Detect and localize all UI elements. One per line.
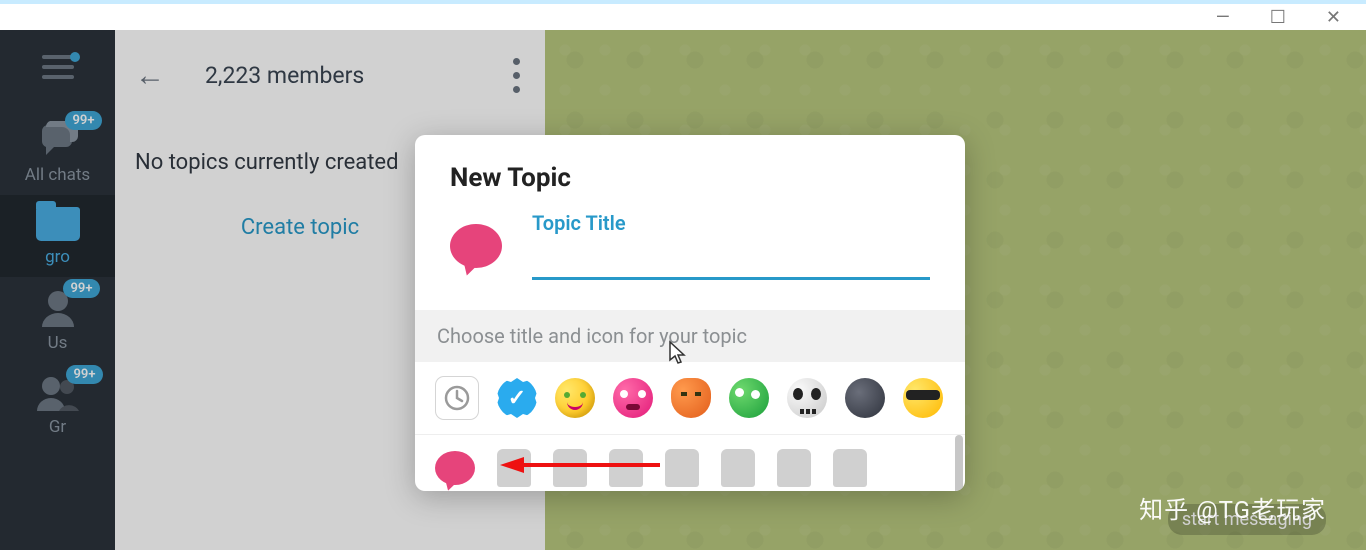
badge: 99+	[65, 111, 101, 130]
modal-title: New Topic	[415, 135, 965, 211]
sidebar-item-label: Us	[48, 333, 68, 353]
left-sidebar: 99+ All chats gro 99+ Us	[0, 30, 115, 550]
smile-pink-icon[interactable]	[613, 378, 653, 418]
sidebar-item-label: All chats	[25, 165, 90, 185]
notification-dot-icon	[70, 52, 80, 62]
pumpkin-icon[interactable]	[671, 378, 711, 418]
cool-icon[interactable]	[903, 378, 943, 418]
scrollbar-handle[interactable]	[955, 435, 963, 491]
close-button[interactable]: ✕	[1326, 7, 1341, 28]
member-count: 2,223 members	[205, 62, 364, 89]
start-messaging-pill[interactable]: start messaging	[1168, 504, 1326, 535]
topic-icon-preview[interactable]	[450, 224, 502, 268]
chat-header: ← 2,223 members	[115, 30, 545, 120]
speech-bubble-icon[interactable]	[435, 451, 475, 485]
sidebar-item-us[interactable]: 99+ Us	[0, 277, 115, 363]
sidebar-item-gro[interactable]: gro	[0, 195, 115, 277]
sidebar-item-label: Gr	[49, 417, 66, 437]
blob-green-icon[interactable]	[729, 378, 769, 418]
emoji-grid-row	[415, 435, 965, 491]
sidebar-item-gr[interactable]: 99+ Gr	[0, 363, 115, 447]
placeholder-icon[interactable]	[609, 449, 643, 487]
badge: 99+	[63, 279, 99, 298]
badge: 99+	[66, 365, 102, 384]
placeholder-icon[interactable]	[721, 449, 755, 487]
app-body: 99+ All chats gro 99+ Us	[0, 30, 1366, 550]
moon-icon[interactable]	[845, 378, 885, 418]
topic-title-label: Topic Title	[532, 211, 930, 235]
sidebar-item-label: gro	[45, 247, 70, 267]
skull-icon[interactable]	[787, 378, 827, 418]
smile-yellow-icon[interactable]	[555, 378, 595, 418]
placeholder-icon[interactable]	[553, 449, 587, 487]
folder-icon	[36, 207, 80, 241]
placeholder-icon[interactable]	[833, 449, 867, 487]
minimize-button[interactable]: —	[1216, 7, 1230, 28]
sidebar-item-all-chats[interactable]: 99+ All chats	[0, 109, 115, 195]
placeholder-icon[interactable]	[665, 449, 699, 487]
menu-icon[interactable]	[42, 55, 74, 79]
maximize-button[interactable]: ☐	[1270, 7, 1286, 28]
new-topic-modal: New Topic Topic Title Choose title and i…	[415, 135, 965, 491]
emoji-category-row	[415, 362, 965, 435]
choose-hint: Choose title and icon for your topic	[415, 310, 965, 362]
more-options-icon[interactable]	[513, 58, 520, 93]
topic-title-input[interactable]	[532, 235, 930, 280]
placeholder-icon[interactable]	[777, 449, 811, 487]
back-arrow-icon[interactable]: ←	[135, 58, 165, 93]
window-title-bar: — ☐ ✕	[0, 0, 1366, 30]
recent-icon[interactable]	[435, 376, 479, 420]
verified-icon[interactable]	[497, 378, 537, 418]
placeholder-icon[interactable]	[497, 449, 531, 487]
